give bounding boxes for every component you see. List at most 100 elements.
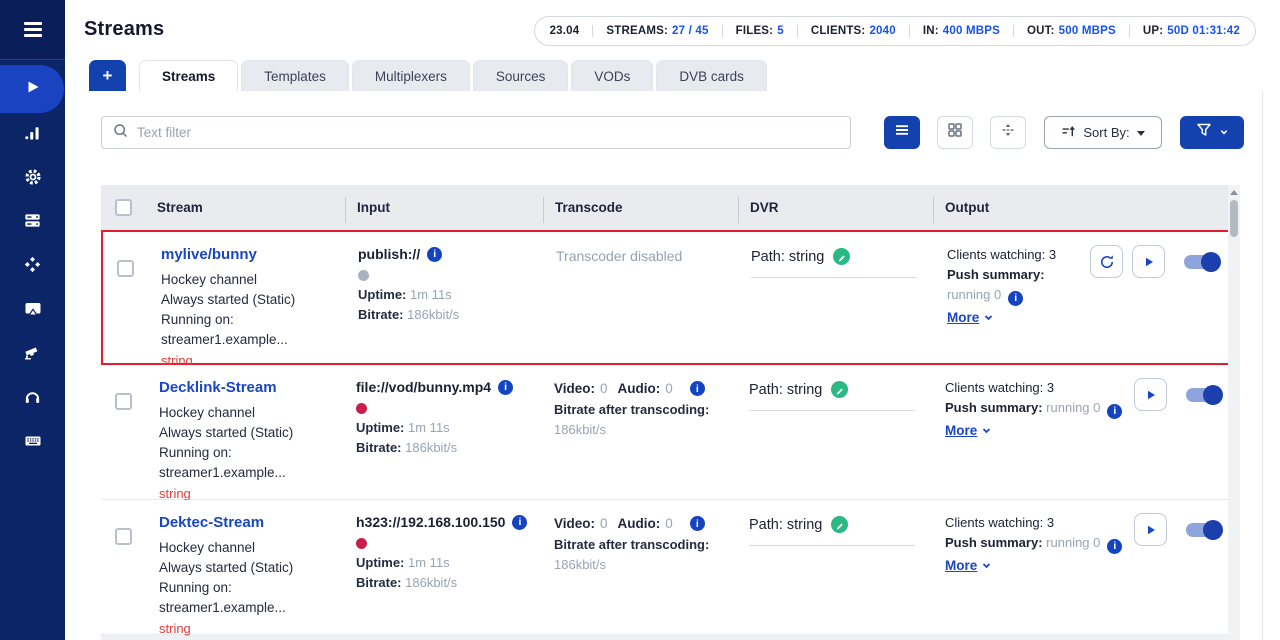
toggle-knob	[1203, 385, 1223, 405]
tab-templates[interactable]: Templates	[241, 60, 349, 91]
play-stream-button[interactable]	[1132, 245, 1165, 278]
input-status-dot	[358, 270, 369, 281]
stream-start-mode: Always started (Static)	[161, 290, 339, 310]
uptime-label: Uptime:	[358, 287, 406, 302]
info-icon[interactable]	[1107, 404, 1122, 419]
stream-name-link[interactable]: Dektec-Stream	[159, 514, 264, 531]
table-row: mylive/bunny Hockey channel Always start…	[101, 230, 1240, 365]
funnel-icon	[1196, 122, 1212, 143]
split-view-button[interactable]	[990, 116, 1026, 149]
row-checkbox[interactable]	[115, 393, 132, 410]
sidebar-item-servers[interactable]	[0, 201, 65, 245]
server-icon	[23, 211, 42, 235]
sidebar-item-streams[interactable]	[0, 65, 64, 113]
toggle-knob	[1201, 252, 1221, 272]
select-all-checkbox[interactable]	[115, 199, 132, 216]
sidebar-item-cast[interactable]	[0, 289, 65, 333]
uptime-value: 1m 11s	[408, 420, 450, 435]
grid-view-icon	[947, 122, 963, 143]
search-input[interactable]	[137, 125, 840, 140]
play-stream-button[interactable]	[1134, 513, 1167, 546]
stat-version: 23.04	[537, 25, 593, 37]
sidebar-item-support[interactable]	[0, 377, 65, 421]
filter-button[interactable]	[1180, 116, 1244, 149]
tab-sources[interactable]: Sources	[473, 60, 569, 91]
column-header-dvr: DVR	[738, 200, 933, 215]
dvr-divider	[749, 545, 915, 546]
sidebar-item-statistics[interactable]	[0, 113, 65, 157]
column-header-stream: Stream	[145, 200, 345, 215]
push-summary: Push summary: running 0	[947, 265, 1090, 306]
cctv-camera-icon	[23, 343, 42, 367]
edit-dvr-icon[interactable]	[831, 381, 848, 398]
info-icon[interactable]	[512, 515, 527, 530]
stream-running-on: Running on: streamer1.example...	[159, 578, 337, 618]
sort-by-dropdown[interactable]: Sort By:	[1044, 116, 1162, 149]
bitrate-label: Bitrate:	[356, 575, 402, 590]
row-checkbox[interactable]	[117, 260, 134, 277]
sort-caret-icon	[1137, 131, 1145, 140]
stat-out: OUT:500 MBPS	[1013, 25, 1129, 37]
more-link[interactable]: More	[945, 421, 992, 441]
tab-bar: + Streams Templates Multiplexers Sources…	[89, 60, 770, 91]
sidebar-item-cameras[interactable]	[0, 333, 65, 377]
table-scrollbar[interactable]	[1228, 185, 1240, 640]
info-icon[interactable]	[498, 380, 513, 395]
clients-watching: Clients watching: 3	[945, 378, 1134, 398]
edit-dvr-icon[interactable]	[833, 248, 850, 265]
stream-running-on: Running on: streamer1.example...	[161, 310, 339, 350]
uptime-label: Uptime:	[356, 555, 404, 570]
clients-watching: Clients watching: 3	[947, 245, 1090, 265]
sidebar-item-settings[interactable]	[0, 157, 65, 201]
play-stream-button[interactable]	[1134, 378, 1167, 411]
sidebar-menu-toggle[interactable]	[0, 0, 65, 60]
add-stream-button[interactable]: +	[89, 60, 126, 91]
sidebar-item-cluster[interactable]	[0, 245, 65, 289]
stream-tag: string	[159, 621, 337, 636]
bitrate-value: 186kbit/s	[405, 575, 457, 590]
stream-enabled-toggle[interactable]	[1184, 255, 1218, 269]
scrollbar-up-arrow[interactable]	[1230, 190, 1238, 195]
info-icon[interactable]	[1107, 539, 1122, 554]
row-checkbox[interactable]	[115, 528, 132, 545]
search-box	[101, 116, 851, 149]
bitrate-value: 186kbit/s	[405, 440, 457, 455]
edit-dvr-icon[interactable]	[831, 516, 848, 533]
info-icon[interactable]	[427, 247, 442, 262]
info-icon[interactable]	[1008, 291, 1023, 306]
dvr-divider	[749, 410, 915, 411]
split-view-icon	[1000, 122, 1016, 143]
tab-dvb-cards[interactable]: DVB cards	[656, 60, 767, 91]
stat-clients: CLIENTS:2040	[797, 25, 909, 37]
dvr-path: Path: string	[749, 517, 822, 533]
cast-screen-icon	[23, 299, 43, 324]
restart-stream-button[interactable]	[1090, 245, 1123, 278]
sidebar-item-keyboard[interactable]	[0, 421, 65, 465]
stream-name-link[interactable]: mylive/bunny	[161, 246, 257, 263]
input-status-dot	[356, 403, 367, 414]
stream-enabled-toggle[interactable]	[1186, 523, 1220, 537]
scrollbar-thumb[interactable]	[1230, 200, 1238, 237]
stream-name-link[interactable]: Decklink-Stream	[159, 379, 277, 396]
info-icon[interactable]	[690, 516, 705, 531]
tab-streams[interactable]: Streams	[139, 60, 238, 91]
tab-vods[interactable]: VODs	[571, 60, 653, 91]
stat-streams: STREAMS:27 / 45	[592, 25, 721, 37]
info-icon[interactable]	[690, 381, 705, 396]
input-url: h323://192.168.100.150	[356, 514, 505, 530]
dvr-path: Path: string	[751, 249, 824, 265]
play-icon	[22, 77, 42, 102]
stream-enabled-toggle[interactable]	[1186, 388, 1220, 402]
more-link[interactable]: More	[945, 556, 992, 576]
tab-multiplexers[interactable]: Multiplexers	[352, 60, 470, 91]
grid-view-button[interactable]	[937, 116, 973, 149]
bitrate-after-value: 186kbit/s	[554, 557, 606, 572]
push-summary: Push summary: running 0	[945, 533, 1134, 554]
sidebar	[0, 0, 65, 640]
stream-start-mode: Always started (Static)	[159, 558, 337, 578]
more-link[interactable]: More	[947, 308, 994, 328]
column-header-output: Output	[933, 200, 1228, 215]
list-view-button[interactable]	[884, 116, 920, 149]
stream-description: Hockey channel	[161, 270, 339, 290]
card-right-edge	[1262, 91, 1263, 640]
